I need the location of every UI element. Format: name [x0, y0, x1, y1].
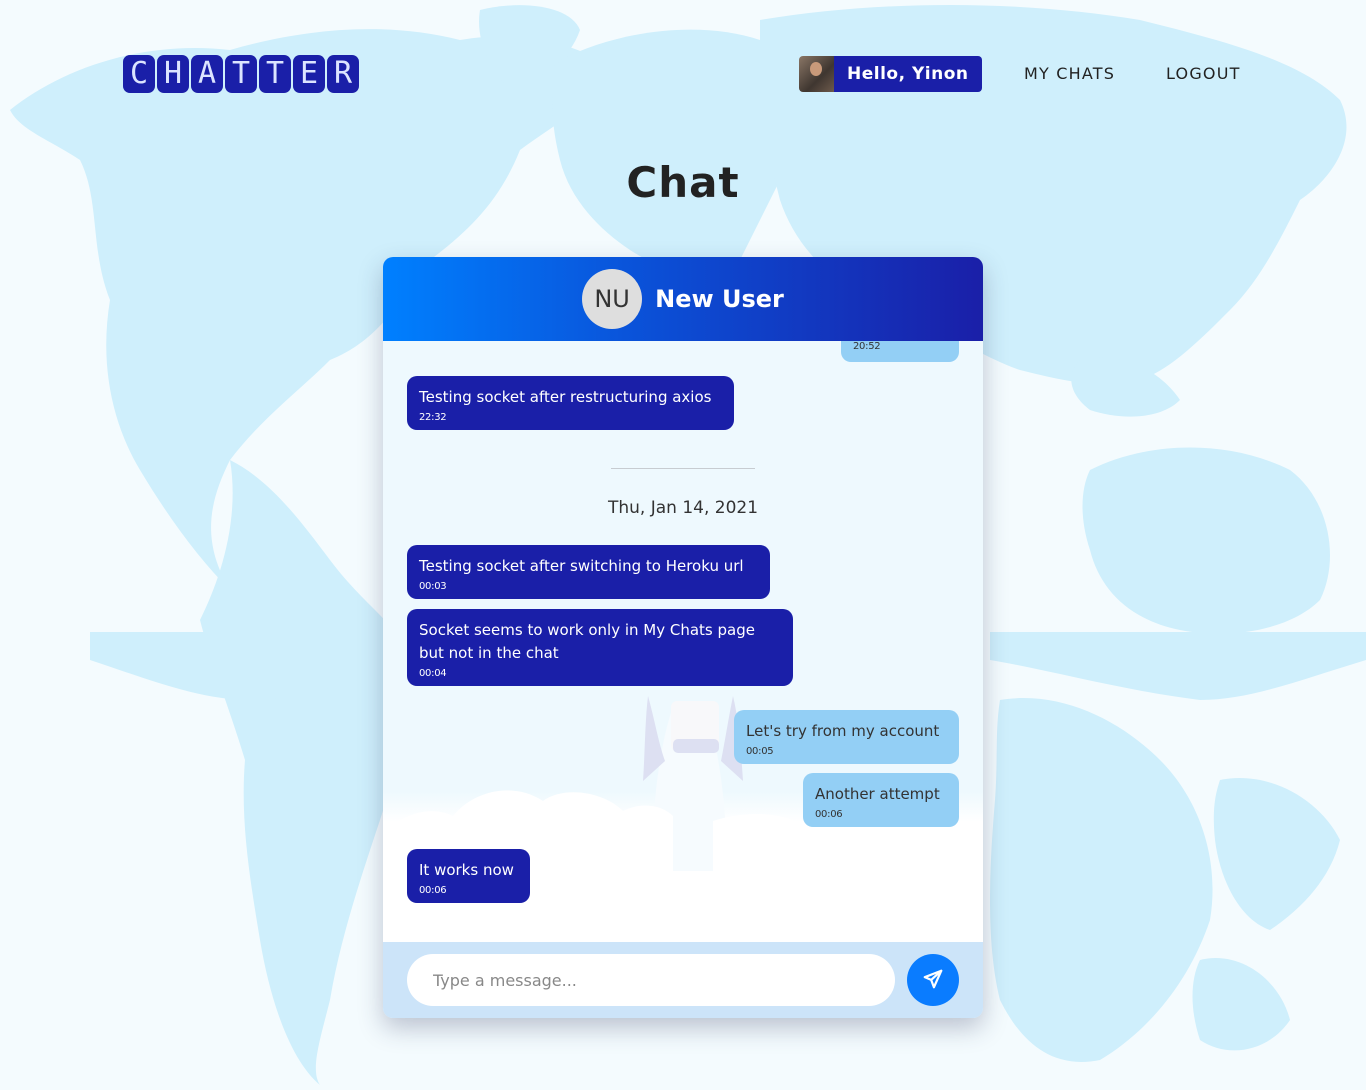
message-time: 00:04	[419, 668, 447, 679]
message-bubble-outgoing: 20:52	[841, 341, 959, 362]
message-time: 00:05	[746, 746, 774, 757]
page-title: Chat	[626, 158, 740, 207]
message-text: Socket seems to work only in My Chats pa…	[419, 621, 755, 662]
message-time: 00:06	[419, 885, 447, 896]
logo-letter: C	[123, 55, 155, 93]
contact-name: New User	[655, 285, 784, 313]
message-bubble-incoming: Socket seems to work only in My Chats pa…	[407, 609, 793, 686]
chat-window: NU New User 20:52 Testing socket after r…	[383, 257, 983, 1018]
user-greeting: Hello, Yinon	[834, 56, 982, 92]
message-composer	[383, 942, 983, 1018]
nav-my-chats-link[interactable]: MY CHATS	[1024, 64, 1115, 83]
nav-logout-link[interactable]: LOGOUT	[1166, 64, 1241, 83]
chatter-logo[interactable]: C H A T T E R	[123, 55, 359, 93]
user-profile-chip[interactable]: Hello, Yinon	[799, 56, 982, 92]
logo-letter: A	[191, 55, 223, 93]
message-text: Testing socket after restructuring axios	[419, 388, 712, 406]
message-text: Another attempt	[815, 785, 940, 803]
message-bubble-incoming: Testing socket after restructuring axios…	[407, 376, 734, 430]
message-bubble-incoming: Testing socket after switching to Heroku…	[407, 545, 770, 599]
message-time: 20:52	[853, 341, 881, 352]
top-nav: C H A T T E R Hello, Yinon MY CHATS LOGO…	[0, 0, 1366, 140]
user-avatar	[799, 56, 834, 92]
logo-letter: H	[157, 55, 189, 93]
message-time: 00:06	[815, 809, 843, 820]
message-bubble-incoming: It works now 00:06	[407, 849, 530, 903]
date-divider-line	[611, 468, 755, 469]
message-input[interactable]	[407, 954, 895, 1006]
logo-letter: E	[293, 55, 325, 93]
message-text: Let's try from my account	[746, 722, 940, 740]
logo-letter: T	[259, 55, 291, 93]
message-bubble-outgoing: Let's try from my account 00:05	[734, 710, 959, 764]
message-list[interactable]: 20:52 Testing socket after restructuring…	[383, 341, 983, 942]
message-bubble-outgoing: Another attempt 00:06	[803, 773, 959, 827]
chat-header: NU New User	[383, 257, 983, 341]
contact-avatar: NU	[582, 269, 643, 329]
send-button[interactable]	[907, 954, 959, 1006]
message-time: 00:03	[419, 581, 447, 592]
paper-plane-icon	[922, 968, 944, 993]
logo-letter: T	[225, 55, 257, 93]
logo-letter: R	[327, 55, 359, 93]
message-text: Testing socket after switching to Heroku…	[419, 557, 744, 575]
message-time: 22:32	[419, 412, 447, 423]
message-text: It works now	[419, 861, 514, 879]
date-separator: Thu, Jan 14, 2021	[607, 498, 759, 518]
